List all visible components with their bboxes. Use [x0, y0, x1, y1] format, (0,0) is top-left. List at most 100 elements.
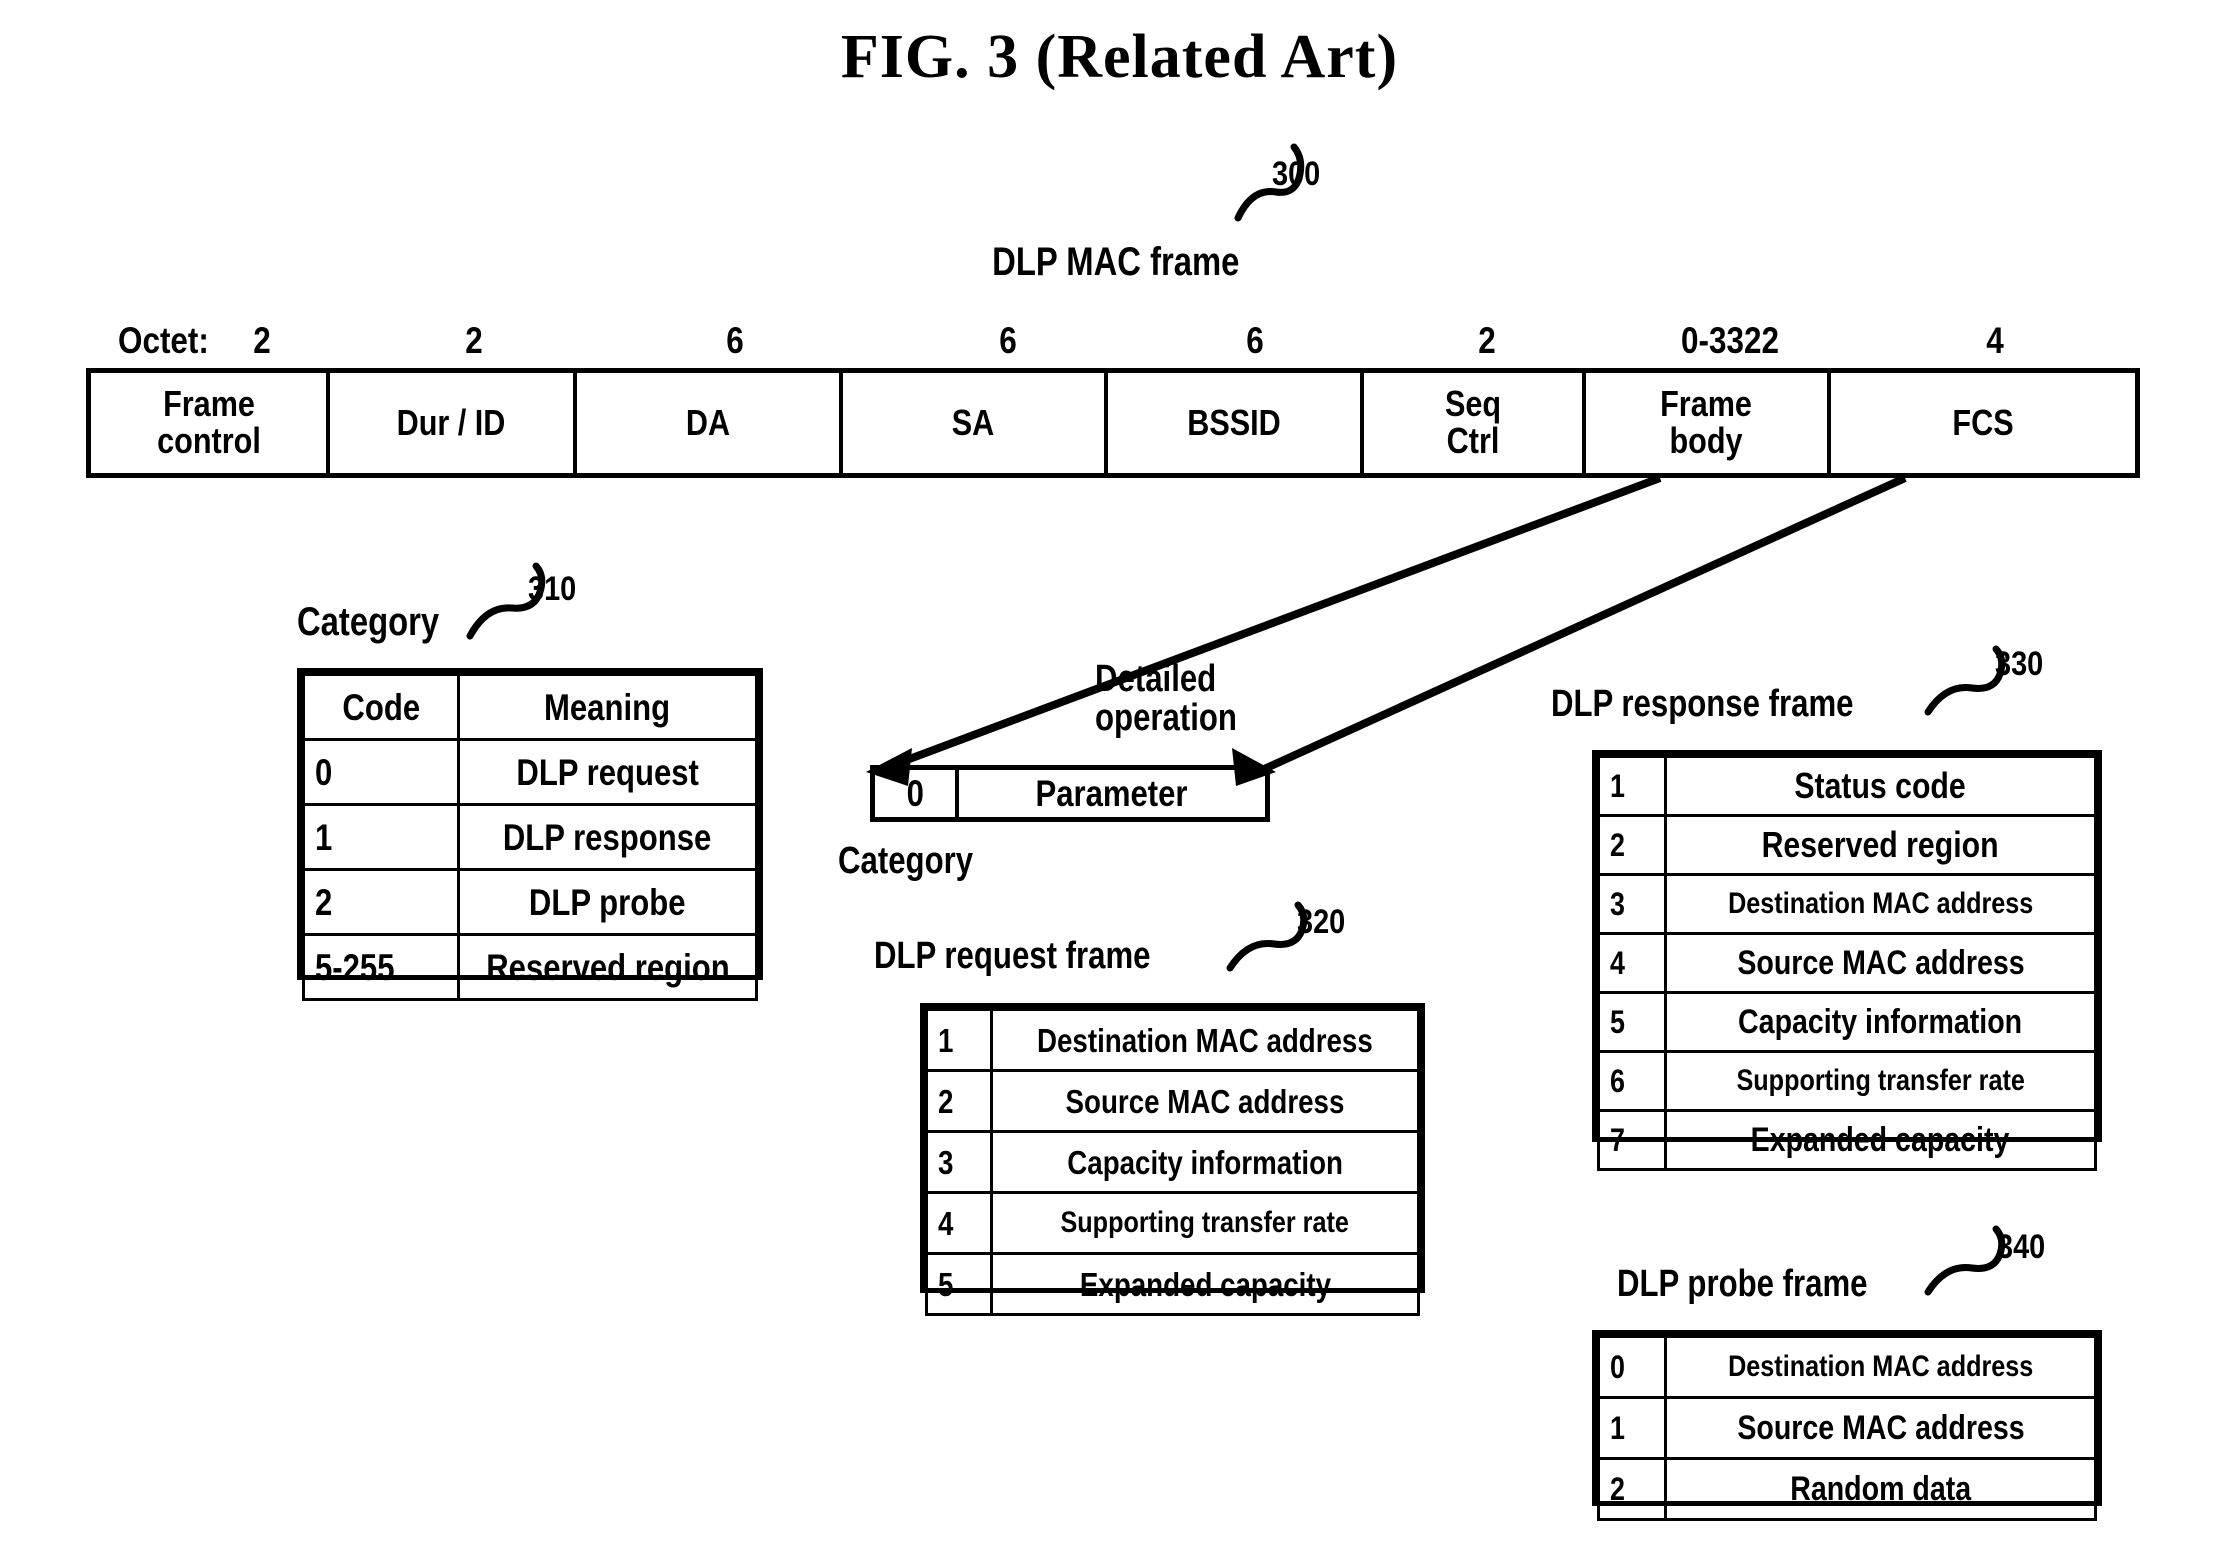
cell-text: 0 — [315, 751, 333, 793]
request-row-index: 2 — [925, 1069, 993, 1133]
category-meaning: DLP probe — [457, 868, 758, 936]
probe-row-index: 1 — [1597, 1396, 1667, 1460]
table-row: 3 Capacity information — [925, 1130, 1420, 1194]
cell-text: 4 — [1610, 945, 1625, 981]
category-code: 2 — [302, 868, 460, 936]
response-row-index: 5 — [1597, 991, 1667, 1053]
cell-text: Status code — [1794, 765, 1967, 806]
category-code: 1 — [302, 803, 460, 871]
table-row: 1 Source MAC address — [1597, 1396, 2097, 1460]
probe-frame-caption: DLP probe frame — [1617, 1263, 1868, 1305]
mac-frame-cell-dur-id: Dur / ID — [330, 373, 577, 473]
cell-text: Destination MAC address — [1727, 887, 2034, 920]
cell-text: 1 — [315, 816, 333, 858]
mac-frame-cell-fcs: FCS — [1831, 373, 2135, 473]
cell-text: Supporting transfer rate — [1060, 1206, 1350, 1239]
request-row-value: Capacity information — [990, 1130, 1420, 1194]
cell-text: Code — [342, 686, 420, 728]
category-table-caption: Category — [297, 600, 440, 644]
cell-text: 7 — [1610, 1122, 1625, 1158]
request-row-index: 5 — [925, 1252, 993, 1316]
mac-frame-caption: DLP MAC frame — [992, 240, 1240, 284]
cell-text: DLP probe — [529, 881, 686, 923]
detail-parameter-cell: Parameter — [959, 770, 1265, 817]
cell-text: 5-255 — [315, 946, 395, 988]
response-row-index: 6 — [1597, 1050, 1667, 1112]
probe-row-index: 0 — [1597, 1335, 1667, 1399]
octet-value-4: 6 — [1246, 320, 1264, 361]
category-meaning: DLP response — [457, 803, 758, 871]
cell-text: Reserved region — [1762, 824, 1999, 865]
response-row-index: 2 — [1597, 814, 1667, 876]
request-row-value: Destination MAC address — [990, 1008, 1420, 1072]
ref-numeral-340: 340 — [1997, 1228, 2046, 1266]
response-row-value: Destination MAC address — [1664, 873, 2097, 935]
leader-squiggle-330 — [1924, 645, 2006, 716]
table-row: 2 Source MAC address — [925, 1069, 1420, 1133]
cell-text: Meaning — [544, 686, 671, 728]
detail-category-cell: 0 — [875, 770, 959, 817]
cell-text: Source MAC address — [1736, 944, 2025, 982]
ref-numeral-300: 300 — [1272, 155, 1321, 193]
category-code-table: Code Meaning 0 DLP request 1 DLP respons… — [297, 668, 763, 1001]
request-frame-caption: DLP request frame — [874, 935, 1151, 977]
mac-frame-cell-label: BSSID — [1187, 401, 1281, 443]
response-row-index: 3 — [1597, 873, 1667, 935]
table-row: 5 Expanded capacity — [925, 1252, 1420, 1316]
table-row: 7 Expanded capacity — [1597, 1109, 2097, 1171]
mac-frame-cell-label: Seq Ctrl — [1444, 383, 1502, 461]
category-header-code: Code — [302, 673, 460, 741]
category-header-meaning: Meaning — [457, 673, 758, 741]
cell-text: Random data — [1790, 1470, 1971, 1508]
ref-numeral-330: 330 — [1995, 645, 2044, 683]
octet-value-1: 2 — [465, 320, 483, 361]
response-row-value: Status code — [1664, 755, 2097, 817]
mac-frame-cell-label: Frame body — [1660, 383, 1753, 461]
request-row-value: Source MAC address — [990, 1069, 1420, 1133]
table-row: 0 DLP request — [302, 738, 758, 806]
category-code: 5-255 — [302, 933, 460, 1001]
octet-value-7: 4 — [1986, 320, 2004, 361]
mac-frame-cell-frame-control: Frame control — [91, 373, 330, 473]
request-row-value: Supporting transfer rate — [990, 1191, 1420, 1255]
mac-frame-cell-frame-body: Frame body — [1586, 373, 1831, 473]
dlp-request-frame-table: 1 Destination MAC address 2 Source MAC a… — [920, 1003, 1425, 1316]
cell-text: Source MAC address — [1065, 1082, 1345, 1120]
cell-text: Parameter — [1035, 772, 1189, 814]
table-row: 5 Capacity information — [1597, 991, 2097, 1053]
request-row-index: 3 — [925, 1130, 993, 1194]
probe-row-index: 2 — [1597, 1457, 1667, 1521]
cell-text: Supporting transfer rate — [1736, 1064, 2025, 1097]
response-row-value: Expanded capacity — [1664, 1109, 2097, 1171]
cell-text: Source MAC address — [1736, 1409, 2025, 1447]
mac-frame-cell-sa: SA — [843, 373, 1108, 473]
response-row-value: Source MAC address — [1664, 932, 2097, 994]
cell-text: Capacity information — [1738, 1003, 2023, 1041]
response-row-index: 4 — [1597, 932, 1667, 994]
cell-text: 2 — [315, 881, 333, 923]
ref-numeral-320: 320 — [1297, 903, 1346, 941]
request-row-value: Expanded capacity — [990, 1252, 1420, 1316]
request-row-index: 4 — [925, 1191, 993, 1255]
mac-frame-cell-bssid: BSSID — [1108, 373, 1364, 473]
cell-text: 3 — [1610, 886, 1625, 922]
dlp-mac-frame-row: Frame control Dur / ID DA SA BSSID Seq Ctr… — [86, 368, 2140, 478]
cell-text: DLP request — [516, 751, 699, 793]
cell-text: 0 — [1610, 1349, 1625, 1385]
cell-text: Destination MAC address — [1727, 1350, 2034, 1383]
table-row: 3 Destination MAC address — [1597, 873, 2097, 935]
leader-squiggle-320 — [1226, 901, 1308, 972]
category-code: 0 — [302, 738, 460, 806]
page-title: FIG. 3 (Related Art) — [840, 23, 1399, 91]
probe-row-value: Source MAC address — [1664, 1396, 2097, 1460]
octet-value-3: 6 — [999, 320, 1017, 361]
probe-row-value: Random data — [1664, 1457, 2097, 1521]
table-row: 4 Source MAC address — [1597, 932, 2097, 994]
table-row: 0 Destination MAC address — [1597, 1335, 2097, 1399]
response-row-value: Capacity information — [1664, 991, 2097, 1053]
cell-text: 2 — [1610, 1471, 1625, 1507]
probe-row-value: Destination MAC address — [1664, 1335, 2097, 1399]
mac-frame-cell-label: DA — [685, 401, 731, 443]
cell-text: 2 — [1610, 827, 1625, 863]
cell-text: 6 — [1610, 1063, 1625, 1099]
